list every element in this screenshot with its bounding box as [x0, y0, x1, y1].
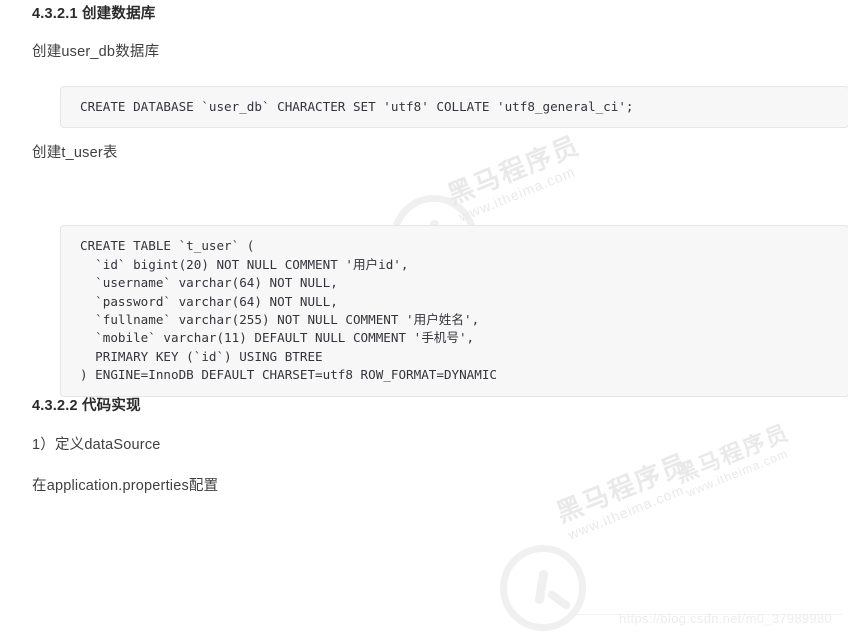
paragraph-application-properties: 在application.properties配置	[32, 478, 219, 494]
document-content: 4.3.2.1 创建数据库 创建user_db数据库 CREATE DATABA…	[0, 0, 848, 494]
itheima-logo-watermark	[500, 545, 586, 631]
code-block-create-database[interactable]: CREATE DATABASE `user_db` CHARACTER SET …	[60, 86, 848, 129]
brand-watermark-text: 黑马程序员	[672, 419, 793, 488]
paragraph-create-user-db: 创建user_db数据库	[32, 44, 160, 60]
section-heading-code-implementation: 4.3.2.2 代码实现	[32, 398, 141, 414]
code-text: CREATE DATABASE `user_db` CHARACTER SET …	[80, 99, 634, 114]
brand-watermark-url: www.itheima.com	[565, 481, 687, 543]
document-page: 黑马程序员 www.itheima.com 黑马程序员 www.itheima.…	[0, 0, 848, 632]
code-text: CREATE TABLE `t_user` ( `id` bigint(20) …	[80, 238, 498, 383]
csdn-blog-url-watermark: https://blog.csdn.net/m0_37989980	[619, 611, 832, 626]
paragraph-create-t-user-table: 创建t_user表	[32, 145, 118, 161]
paragraph-define-datasource: 1）定义dataSource	[32, 437, 161, 453]
section-heading-create-database: 4.3.2.1 创建数据库	[32, 6, 156, 22]
brand-watermark-url: www.itheima.com	[684, 446, 791, 500]
brand-watermark-text: 黑马程序员	[552, 447, 694, 529]
code-block-create-table[interactable]: CREATE TABLE `t_user` ( `id` bigint(20) …	[60, 225, 848, 397]
